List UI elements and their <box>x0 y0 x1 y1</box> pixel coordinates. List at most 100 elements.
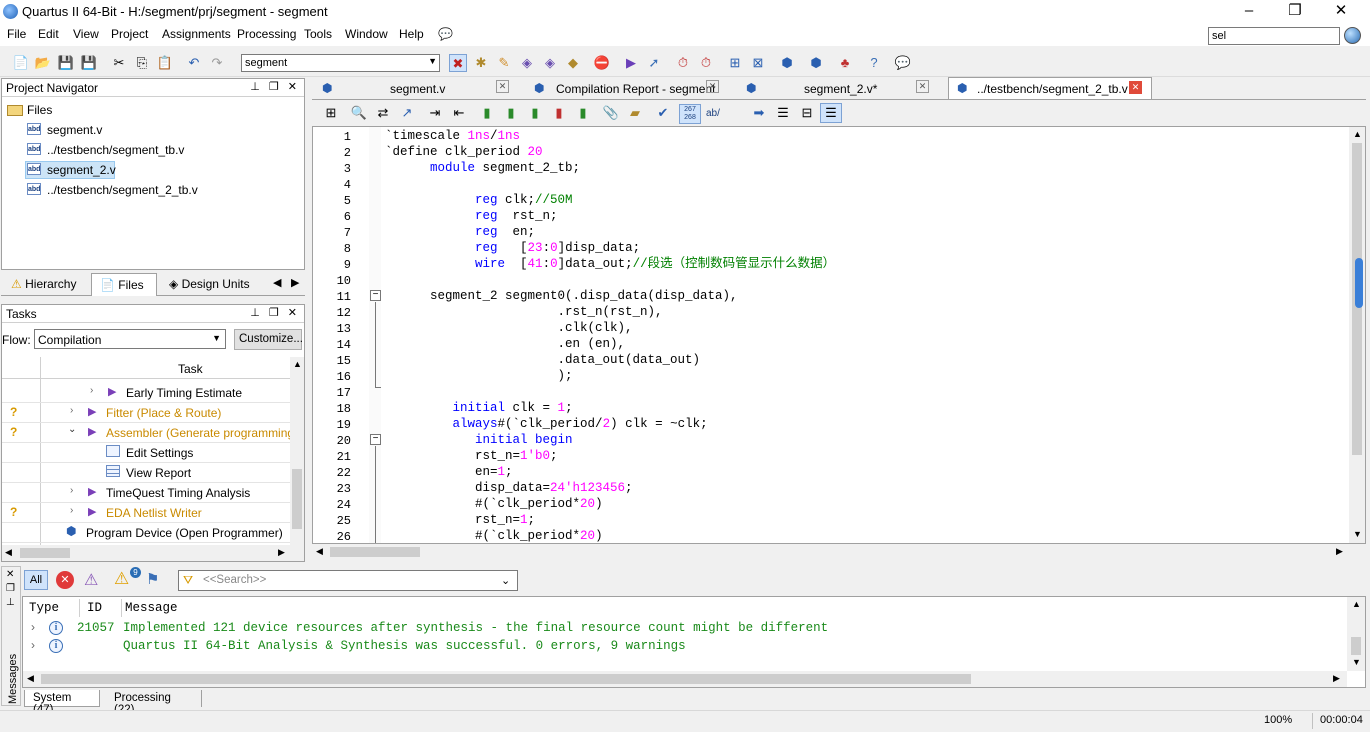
attach-icon[interactable]: 📎 <box>602 104 620 122</box>
cut-icon[interactable]: ✂ <box>110 54 128 72</box>
task-row[interactable]: ⬢ Program Device (Open Programmer) <box>2 523 290 543</box>
editor-horizontal-scrollbar[interactable]: ◀ ▶ <box>312 544 1366 560</box>
task-row[interactable]: ? ⌄ ▶ Assembler (Generate programming fi… <box>2 423 290 443</box>
chevron-right-icon[interactable]: › <box>31 620 35 634</box>
task-row[interactable]: › ▶ TimeQuest Timing Analysis <box>2 483 290 503</box>
scroll-up-icon[interactable]: ▲ <box>1353 129 1362 139</box>
tab-scroll-left[interactable]: ◀ <box>273 276 281 289</box>
code-line[interactable]: rst_n=1'b0; <box>385 448 558 464</box>
message-row[interactable]: › i Quartus II 64-Bit Analysis & Synthes… <box>23 637 1343 655</box>
tab-system-messages[interactable]: System (47) <box>24 690 100 716</box>
collapse-all-icon[interactable]: ☰ <box>820 103 842 123</box>
task-row[interactable]: › ▶ Early Timing Estimate <box>2 383 290 403</box>
save-icon[interactable]: 💾 <box>57 54 75 72</box>
help-icon[interactable]: ? <box>865 54 883 72</box>
code-line[interactable]: reg [23:0]disp_data; <box>385 240 640 256</box>
scroll-up-icon[interactable]: ▲ <box>1352 599 1361 609</box>
task-row[interactable]: Edit Settings <box>2 443 290 463</box>
warning-filter-icon[interactable]: ⚠ <box>114 569 129 589</box>
scroll-thumb[interactable] <box>1351 637 1361 655</box>
search-input[interactable]: sel <box>1208 27 1340 45</box>
line-numbers-toggle[interactable]: 267 268 <box>679 104 701 124</box>
scroll-thumb[interactable] <box>41 674 971 684</box>
code-line[interactable]: .data_out(data_out) <box>385 352 701 368</box>
fold-toggle-icon[interactable]: − <box>370 290 381 301</box>
tab-compilation-report[interactable]: ⬢ Compilation Report - segment ✕ <box>534 79 724 99</box>
tab-hierarchy[interactable]: ⚠ Hierarchy <box>3 274 89 294</box>
word-wrap-toggle[interactable]: ab/ <box>706 108 720 119</box>
task-row[interactable]: ? › ▶ Fitter (Place & Route) <box>2 403 290 423</box>
messages-vertical-scrollbar[interactable]: ▲ ▼ <box>1347 597 1365 671</box>
scroll-left-icon[interactable]: ◀ <box>5 547 12 558</box>
save-all-icon[interactable]: 💾 <box>80 54 98 72</box>
code-line[interactable]: en=1; <box>385 464 513 480</box>
code-line[interactable]: `timescale 1ns/1ns <box>385 128 520 144</box>
scroll-right-icon[interactable]: ▶ <box>278 547 285 558</box>
fold-toggle-icon[interactable]: − <box>370 434 381 445</box>
code-line[interactable]: reg rst_n; <box>385 208 558 224</box>
code-line[interactable]: #(`clk_period*20) <box>385 496 603 512</box>
open-icon[interactable]: 📂 <box>34 54 52 72</box>
editor-vertical-scrollbar[interactable]: ▲ ▼ <box>1349 127 1365 543</box>
file-item-selected[interactable]: segment_2.v <box>47 163 116 177</box>
code-line[interactable]: .rst_n(rst_n), <box>385 304 663 320</box>
chevron-right-icon[interactable]: › <box>31 638 35 652</box>
message-row[interactable]: › i 21057 Implemented 121 device resourc… <box>23 619 1343 637</box>
code-line[interactable]: rst_n=1; <box>385 512 535 528</box>
megawizard-icon[interactable]: ♣ <box>836 54 854 72</box>
timing-analyzer-icon[interactable]: ⏱ <box>674 54 692 72</box>
close-tab-icon[interactable]: ✕ <box>496 80 509 93</box>
menu-window[interactable]: Window <box>345 27 388 41</box>
find-replace-icon[interactable]: ⇄ <box>374 104 392 122</box>
panel-controls[interactable]: ⊥ ❐ ✕ <box>250 80 300 93</box>
check-syntax-icon[interactable]: ✔ <box>654 104 672 122</box>
tasks-horizontal-scrollbar[interactable]: ◀ ▶ <box>2 545 304 561</box>
entity-select[interactable]: segment ▼ <box>241 54 440 72</box>
scroll-thumb[interactable] <box>330 547 420 557</box>
tab-segment-v[interactable]: ⬢ segment.v ✕ <box>322 79 518 99</box>
format-block-icon[interactable]: ☰ <box>774 104 792 122</box>
chevron-down-icon[interactable]: ⌄ <box>501 574 510 587</box>
clear-bookmark-icon[interactable]: ▮ <box>550 104 568 122</box>
task-row[interactable]: ? › ▶ EDA Netlist Writer <box>2 503 290 523</box>
code-line[interactable]: disp_data=24'h123456; <box>385 480 633 496</box>
customize-button[interactable]: Customize... <box>234 329 303 350</box>
menu-processing[interactable]: Processing <box>237 27 296 41</box>
suppress-filter-icon[interactable]: ⚑ <box>146 570 159 588</box>
feedback-icon[interactable]: 💬 <box>894 54 912 72</box>
message-search-box[interactable]: ⛛ <<Search>> ⌄ <box>178 570 518 591</box>
expand-all-icon[interactable]: ⊟ <box>798 104 816 122</box>
menu-help[interactable]: Help <box>399 27 424 41</box>
code-line[interactable]: wire [41:0]data_out;//段选（控制数码管显示什么数据） <box>385 256 835 272</box>
signaltap-icon[interactable]: ⬢ <box>807 54 825 72</box>
messages-horizontal-scrollbar[interactable]: ◀ ▶ <box>23 671 1347 687</box>
rtl-viewer-icon[interactable]: ⊠ <box>749 54 767 72</box>
close-window-button[interactable]: ✕ <box>1318 0 1364 24</box>
close-tab-icon[interactable]: ✕ <box>916 80 929 93</box>
design-partition-icon[interactable]: ◈ <box>541 54 559 72</box>
code-line[interactable]: reg en; <box>385 224 535 240</box>
copy-icon[interactable]: ⎘ <box>133 54 151 72</box>
menu-view[interactable]: View <box>73 27 99 41</box>
menu-assignments[interactable]: Assignments <box>162 27 231 41</box>
code-line[interactable]: reg clk;//50M <box>385 192 573 208</box>
filter-all-button[interactable]: All <box>24 570 48 590</box>
arrow-right-icon[interactable]: ➡ <box>750 104 768 122</box>
maximize-button[interactable]: ❐ <box>1272 0 1318 24</box>
new-file-icon[interactable]: 📄 <box>12 54 30 72</box>
file-item[interactable]: segment.v <box>47 123 102 137</box>
task-row[interactable]: View Report <box>2 463 290 483</box>
code-line[interactable]: `define clk_period 20 <box>385 144 543 160</box>
tab-segment-2-tb-v-active[interactable]: ⬢ ../testbench/segment_2_tb.v ✕ <box>948 77 1152 99</box>
analysis-synthesis-icon[interactable]: ➚ <box>645 54 663 72</box>
scroll-thumb[interactable] <box>292 469 302 529</box>
programmer-icon[interactable]: ⬢ <box>778 54 796 72</box>
tab-scroll-right[interactable]: ▶ <box>291 276 299 289</box>
pin-planner-icon[interactable]: ✖ <box>449 54 467 72</box>
tab-segment-2-v[interactable]: ⬢ segment_2.v* ✕ <box>746 79 936 99</box>
scroll-down-icon[interactable]: ▼ <box>1353 529 1362 539</box>
netlist-viewer-icon[interactable]: ◆ <box>564 54 582 72</box>
file-item[interactable]: ../testbench/segment_tb.v <box>47 143 184 157</box>
files-root[interactable]: Files <box>27 103 52 117</box>
code-line[interactable]: .en (en), <box>385 336 626 352</box>
